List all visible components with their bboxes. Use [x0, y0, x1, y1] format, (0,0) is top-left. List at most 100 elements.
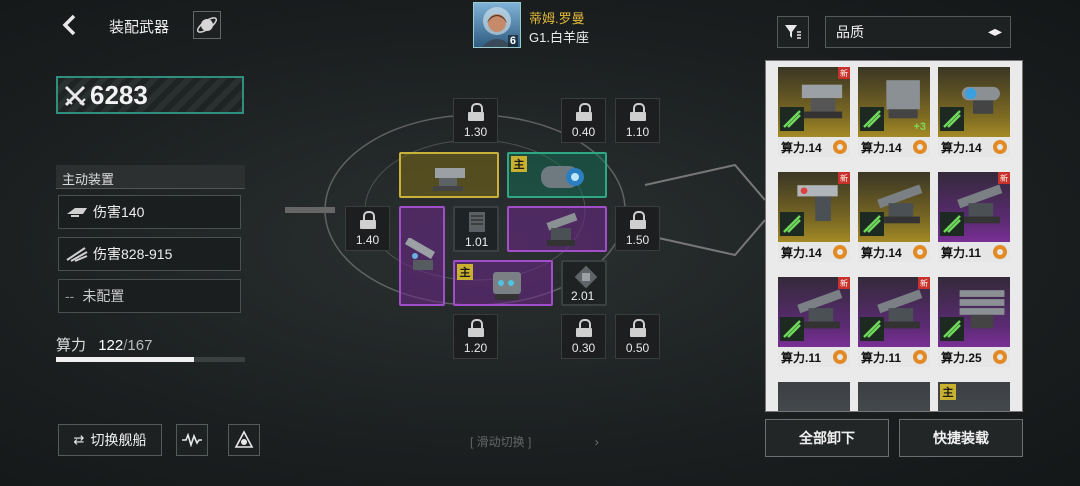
swap-icon: ⇄	[73, 432, 85, 447]
switch-ship-label: 切换舰船	[90, 432, 147, 448]
weapon-slot-purple[interactable]	[507, 206, 607, 252]
weapon-slot-dark[interactable]: 1.01	[453, 206, 499, 252]
weapon-art	[778, 382, 850, 411]
gear-icon	[833, 350, 847, 364]
weapon-slot-purple[interactable]	[399, 206, 445, 306]
skill-badge-icon	[940, 317, 964, 341]
skill-badge-icon	[860, 317, 884, 341]
gear-icon	[833, 245, 847, 259]
wave-icon	[182, 433, 202, 447]
locked-slot[interactable]: 0.40	[561, 98, 606, 143]
compute-cost: 算力.14	[941, 140, 982, 155]
planet-button[interactable]	[193, 11, 221, 39]
triangle-emblem-icon	[234, 430, 254, 448]
weapon-art	[858, 382, 930, 411]
formation-button[interactable]	[176, 424, 208, 456]
quick-equip-button[interactable]: 快捷装载	[899, 419, 1023, 457]
locked-slot[interactable]: 1.10	[615, 98, 660, 143]
skill-badge-icon	[860, 212, 884, 236]
active-device-header: 主动装置	[56, 165, 245, 189]
weapon-card[interactable]: 算力.14 新	[778, 172, 850, 262]
skill-button[interactable]	[228, 424, 260, 456]
weapon-card[interactable]: 算力.25	[938, 277, 1010, 367]
compute-cost: 算力.25	[941, 350, 982, 365]
rail-gun-icon	[405, 238, 435, 270]
sort-select[interactable]: 品质 ◂▸	[825, 16, 1011, 48]
plasma-core-icon	[541, 166, 584, 188]
weapon-card[interactable]	[858, 382, 930, 411]
weapon-card[interactable]: 算力.14	[858, 172, 930, 262]
skill-badge-icon	[860, 107, 884, 131]
lock-icon	[575, 103, 592, 121]
new-badge: 新	[838, 172, 850, 184]
slot-value: 1.40	[355, 233, 380, 247]
lock-icon	[467, 319, 484, 337]
compute-cost: 算力.14	[861, 245, 902, 260]
compute-cost: 算力.11	[941, 245, 982, 260]
weapon-card[interactable]: 算力.14	[938, 67, 1010, 157]
active-device-item-2[interactable]: 伤害828-915	[58, 237, 241, 271]
planet-icon	[196, 17, 218, 33]
pilot-name: 蒂姆.罗曼	[529, 11, 585, 26]
locked-slot[interactable]: 0.30	[561, 314, 606, 359]
weapon-slot-gold[interactable]	[399, 152, 499, 198]
compute-total: 167	[127, 337, 153, 354]
locked-slot[interactable]: 1.50	[615, 206, 660, 251]
gear-icon	[913, 350, 927, 364]
locked-slot[interactable]: 1.30	[453, 98, 498, 143]
combat-power-box: 6283	[56, 76, 244, 114]
pilot-avatar[interactable]: 6	[473, 2, 521, 48]
lock-icon	[359, 211, 376, 229]
claw-strike-icon	[66, 247, 88, 262]
switch-ship-button[interactable]: ⇄ 切换舰船	[58, 424, 162, 456]
active-device-item-3[interactable]: -- 未配置	[58, 279, 241, 313]
weapon-card[interactable]: 主	[938, 382, 1010, 411]
gear-icon	[993, 140, 1007, 154]
skill-badge-icon	[780, 317, 804, 341]
compute-label: 算力 122/167	[56, 334, 152, 355]
swipe-hint-label: 滑动切换	[476, 435, 525, 449]
unload-all-label: 全部卸下	[799, 430, 855, 446]
main-tag: 主	[511, 156, 527, 172]
slot-value: 0.40	[571, 125, 596, 139]
filter-icon	[785, 25, 801, 39]
compute-title: 算力	[56, 337, 87, 354]
weapon-slot-green[interactable]: 主	[507, 152, 607, 198]
lock-icon	[629, 211, 646, 229]
gatling-icon	[493, 272, 521, 300]
gear-icon	[993, 350, 1007, 364]
active-device-item-1[interactable]: 伤害140	[58, 195, 241, 229]
back-button[interactable]	[58, 12, 82, 38]
weapon-card[interactable]: 算力.14 +3	[858, 67, 930, 157]
crossed-swords-icon	[64, 85, 86, 107]
weapon-card[interactable]: 算力.11 新	[778, 277, 850, 367]
cannon-icon	[433, 168, 465, 191]
filter-button[interactable]	[777, 16, 809, 48]
combat-power-value: 6283	[90, 80, 148, 110]
slot-value: 1.01	[465, 235, 489, 249]
weapon-card[interactable]: 算力.14 新	[778, 67, 850, 157]
locked-slot[interactable]: 1.20	[453, 314, 498, 359]
weapon-card[interactable]: 算力.11 新	[858, 277, 930, 367]
sort-toggle-icon: ◂▸	[987, 23, 1002, 39]
compute-progress-fill	[56, 357, 194, 362]
weapon-card[interactable]: 算力.11 新	[938, 172, 1010, 262]
locked-slot[interactable]: 1.40	[345, 206, 390, 251]
weapon-inventory-panel: 算力.14 新算力.14 +3 算力.14 算力.14 新算力.14 算力.11 新算力.11…	[765, 60, 1023, 412]
slot-value: 1.30	[463, 125, 488, 139]
skill-badge-icon	[940, 212, 964, 236]
page-title: 装配武器	[109, 19, 170, 36]
slot-value: 1.20	[463, 341, 488, 355]
weapon-slot-purple[interactable]: 主	[453, 260, 553, 306]
compute-cost: 算力.11	[861, 350, 902, 365]
empty-dash: --	[65, 288, 75, 304]
unload-all-button[interactable]: 全部卸下	[765, 419, 889, 457]
weapon-slot-dark[interactable]: 2.01	[561, 260, 607, 306]
locked-slot[interactable]: 0.50	[615, 314, 660, 359]
quick-equip-label: 快捷装载	[933, 430, 989, 446]
chevron-left-icon	[62, 14, 76, 36]
core-chip-icon	[574, 265, 598, 289]
compute-cost: 算力.14	[781, 245, 822, 260]
pilot-sign: G1.白羊座	[529, 30, 589, 45]
weapon-card[interactable]	[778, 382, 850, 411]
